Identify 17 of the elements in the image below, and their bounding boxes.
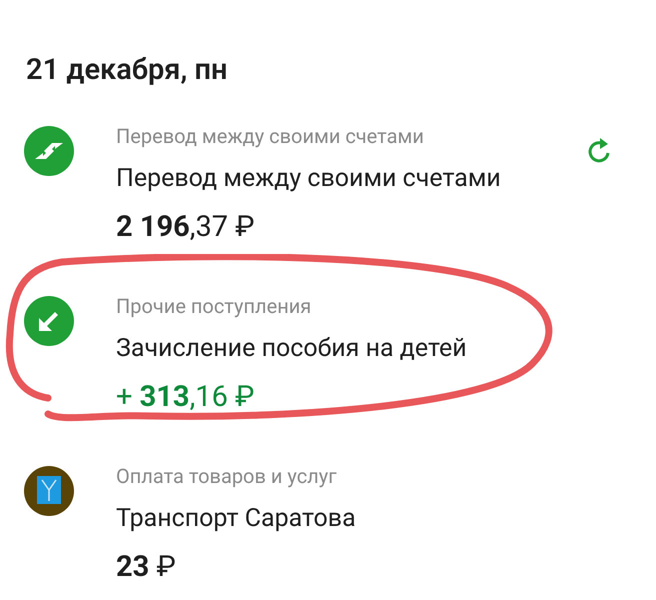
city-emblem-icon bbox=[24, 466, 74, 516]
transaction-category: Перевод между своими счетами bbox=[116, 124, 425, 148]
transaction-category: Прочие поступления bbox=[116, 294, 312, 318]
arrow-down-left-icon bbox=[24, 296, 74, 346]
transaction-title: Зачисление пособия на детей bbox=[116, 334, 468, 364]
date-header: 21 декабря, пн bbox=[26, 52, 228, 88]
transaction-amount: 23 ₽ bbox=[116, 550, 177, 584]
transaction-row[interactable]: Прочие поступления Зачисление пособия на детей + 313,16 ₽ bbox=[0, 294, 656, 464]
transaction-category: Оплата товаров и услуг bbox=[116, 464, 338, 488]
transaction-title: Перевод между своими счетами bbox=[116, 164, 502, 194]
transfer-arrows-icon bbox=[24, 126, 74, 176]
transaction-amount: + 313,16 ₽ bbox=[116, 380, 256, 414]
transaction-row[interactable]: Оплата товаров и услуг Транспорт Саратова 23 ₽ bbox=[0, 464, 656, 600]
transaction-title: Транспорт Саратова bbox=[116, 504, 357, 534]
transaction-amount: 2 196,37 ₽ bbox=[116, 210, 256, 244]
repeat-icon[interactable] bbox=[586, 136, 612, 164]
transaction-row[interactable]: Перевод между своими счетами Перевод между своими счетами 2 196,37 ₽ bbox=[0, 124, 656, 294]
